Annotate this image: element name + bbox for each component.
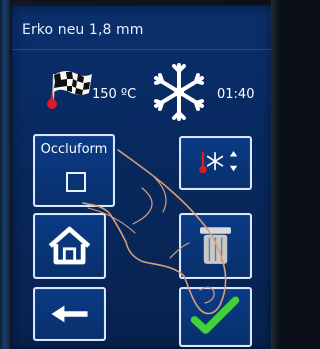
cooling-time-value: 01:40 xyxy=(217,87,255,102)
program-title: Erko neu 1,8 mm xyxy=(22,22,144,38)
back-button[interactable] xyxy=(33,287,106,341)
device-frame: Erko neu 1,8 mm 150 ºC 01:40 Occluform xyxy=(0,0,279,349)
snowflake-icon xyxy=(154,63,204,121)
checkered-flag-icon xyxy=(47,71,92,109)
checkmark-icon xyxy=(190,296,240,334)
occluform-button[interactable]: Occluform xyxy=(33,134,115,207)
occluform-label: Occluform xyxy=(40,142,108,157)
title-divider xyxy=(12,49,271,50)
arrow-left-icon xyxy=(51,305,88,323)
home-button[interactable] xyxy=(33,213,106,279)
cooling-settings-button[interactable] xyxy=(179,136,252,190)
right-bezel xyxy=(271,0,279,349)
title-bar: Erko neu 1,8 mm xyxy=(12,16,271,43)
left-bezel xyxy=(0,0,10,349)
confirm-button[interactable] xyxy=(179,287,252,347)
status-row: 150 ºC 01:40 xyxy=(12,54,271,122)
home-icon xyxy=(48,226,91,265)
occluform-checkbox[interactable] xyxy=(66,172,86,192)
trash-icon xyxy=(200,227,231,264)
touch-screen: Erko neu 1,8 mm 150 ºC 01:40 Occluform xyxy=(12,6,271,349)
temperature-value: 150 ºC xyxy=(92,87,137,102)
delete-button[interactable] xyxy=(179,213,252,279)
thermometer-snowflake-updown-icon xyxy=(199,150,238,174)
